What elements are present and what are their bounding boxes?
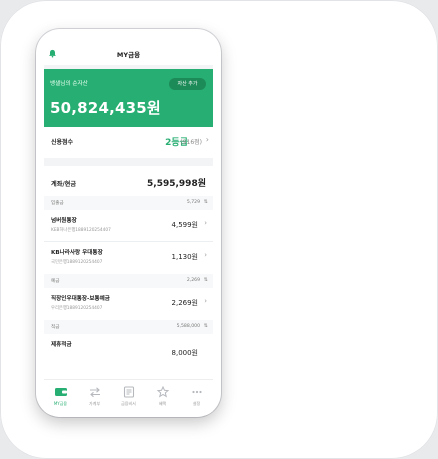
account-row[interactable]: 제휴적금 8,000원 — [44, 334, 213, 364]
nav-item-assistant[interactable]: 금융비서 — [112, 386, 145, 407]
report-icon — [123, 386, 134, 398]
nav-item-my-finance[interactable]: MY금융 — [44, 386, 77, 407]
nav-label: MY금융 — [53, 401, 68, 406]
account-name: 제휴적금 — [51, 342, 72, 348]
credit-points: (916점) — [180, 139, 202, 146]
sort-icon[interactable]: ⇅ — [204, 199, 208, 205]
accounts-section: 계좌/현금 5,595,998원 입출금 5,729 ⇅ 넘버원통장 KEB하나… — [44, 166, 213, 386]
account-name: KB나라사랑 우대통장 — [51, 250, 103, 256]
section-value: 5,729 — [186, 200, 200, 205]
account-amount: 8,000원 — [171, 349, 198, 357]
chevron-right-icon: › — [204, 251, 207, 259]
account-amount: 2,269원 — [171, 299, 198, 307]
more-icon — [191, 390, 202, 394]
net-worth-banner: 뱅샐님의 순자산 자산 추가 50,824,435원 — [44, 69, 213, 127]
chevron-right-icon: › — [204, 219, 207, 227]
account-amount: 4,599원 — [171, 221, 198, 229]
net-worth-amount: 50,824,435원 — [50, 99, 161, 117]
section-header-savings: 예금 2,269 ⇅ — [44, 274, 213, 288]
star-icon — [156, 386, 169, 398]
credit-score-row[interactable]: 신용점수 2등급 (916점) › — [44, 127, 213, 158]
nav-label: 금융비서 — [121, 401, 136, 406]
section-label: 예금 — [51, 279, 60, 284]
chevron-right-icon: › — [205, 135, 209, 144]
nav-item-settings[interactable]: 설정 — [180, 386, 213, 407]
nav-label: 가계부 — [88, 401, 101, 406]
accounts-total-label: 계좌/현금 — [51, 181, 77, 188]
nav-item-benefits[interactable]: 혜택 — [146, 386, 179, 407]
phone-frame: MY금융 뱅샐님의 순자산 자산 추가 50,824,435원 신용점수 2등급… — [36, 29, 221, 417]
account-row[interactable]: 넘버원통장 KEB하나은행1889120254407 4,599원 › — [44, 210, 213, 240]
credit-score-label: 신용점수 — [51, 139, 74, 146]
wallet-icon — [54, 388, 67, 396]
accounts-total-value: 5,595,998원 — [147, 179, 206, 189]
app-screen: MY금융 뱅샐님의 순자산 자산 추가 50,824,435원 신용점수 2등급… — [44, 35, 213, 415]
nav-label: 혜택 — [158, 401, 167, 406]
account-row[interactable]: 직장인우대통장-보통예금 우리은행1889120254407 2,269원 › — [44, 288, 213, 318]
account-row[interactable]: KB나라사랑 우대통장 국민은행1889120254407 1,130원 › — [44, 242, 213, 272]
section-label: 입출금 — [51, 201, 64, 206]
net-worth-label: 뱅샐님의 순자산 — [50, 81, 88, 87]
account-name: 넘버원통장 — [51, 218, 77, 224]
top-bar: MY금융 — [44, 35, 213, 65]
transfer-icon — [89, 387, 100, 398]
page-title: MY금융 — [116, 51, 141, 59]
account-number: 국민은행1889120254407 — [51, 260, 103, 265]
bottom-nav: MY금융 가계부 금융비서 혜택 설정 — [44, 379, 213, 415]
sort-icon[interactable]: ⇅ — [204, 277, 208, 283]
account-number: KEB하나은행1889120254407 — [51, 228, 111, 233]
section-header-installment: 적금 5,588,000 ⇅ — [44, 320, 213, 334]
section-value: 5,588,000 — [176, 324, 200, 329]
account-number: 우리은행1889120254407 — [51, 306, 103, 311]
chevron-right-icon: › — [204, 297, 207, 305]
nav-item-household[interactable]: 가계부 — [78, 386, 111, 407]
section-label: 적금 — [51, 325, 60, 330]
section-value: 2,269 — [186, 278, 200, 283]
account-name: 직장인우대통장-보통예금 — [51, 296, 110, 302]
background-card: MY금융 뱅샐님의 순자산 자산 추가 50,824,435원 신용점수 2등급… — [0, 0, 438, 459]
sort-icon[interactable]: ⇅ — [204, 323, 208, 329]
account-amount: 1,130원 — [171, 253, 198, 261]
nav-label: 설정 — [192, 401, 201, 406]
add-asset-button[interactable]: 자산 추가 — [169, 78, 206, 90]
section-header-deposit: 입출금 5,729 ⇅ — [44, 196, 213, 210]
